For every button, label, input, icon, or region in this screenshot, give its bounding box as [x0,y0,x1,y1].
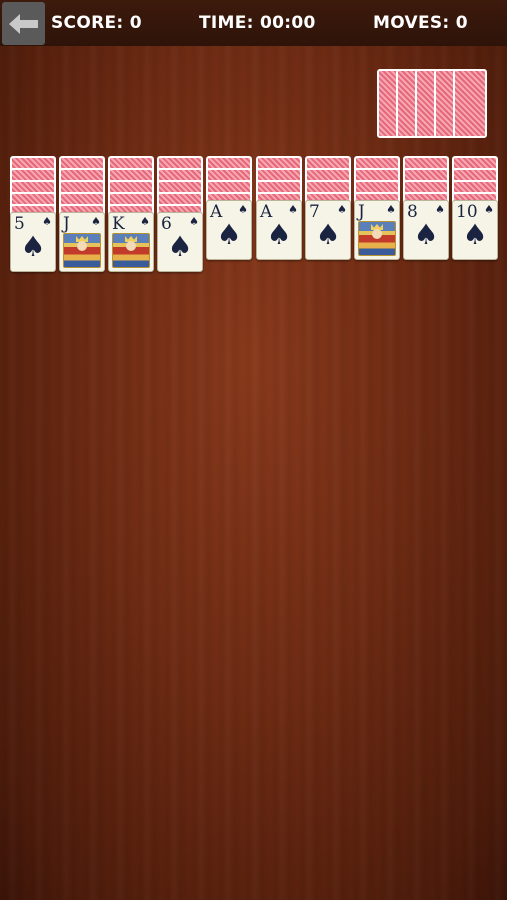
face-up-card[interactable]: 6 ♠ ♠ [157,212,203,272]
moves-display: MOVES: 0 [373,13,468,33]
spade-icon: ♠ [462,218,488,251]
spade-icon: ♠ [20,230,46,263]
spade-icon: ♠ [238,203,248,216]
spade-icon: ♠ [386,203,396,216]
spade-icon: ♠ [140,215,150,228]
spade-icon: ♠ [315,218,341,251]
face-up-card[interactable]: 8 ♠ ♠ [403,200,449,260]
spade-icon: ♠ [42,215,52,228]
spade-icon: ♠ [266,218,292,251]
face-icon [126,241,136,251]
face-up-card[interactable]: J ♠ [354,200,400,260]
card-rank: K [112,214,125,234]
face-up-card[interactable]: 5 ♠ ♠ [10,212,56,272]
time-display: TIME: 00:00 [199,13,316,33]
card-rank: J [63,214,70,234]
face-up-card[interactable]: A ♠ ♠ [206,200,252,260]
score-display: SCORE: 0 [51,13,142,33]
spade-icon: ♠ [337,203,347,216]
left-arrow-icon [8,13,38,34]
spade-icon: ♠ [288,203,298,216]
spade-icon: ♠ [91,215,101,228]
stock-card-back[interactable] [453,69,487,138]
face-icon [77,241,87,251]
top-bar: SCORE: 0 TIME: 00:00 MOVES: 0 [0,0,507,46]
court-portrait-icon [112,233,150,268]
spade-icon: ♠ [189,215,199,228]
card-rank: J [358,202,365,222]
face-up-card[interactable]: 7 ♠ ♠ [305,200,351,260]
spade-icon: ♠ [216,218,242,251]
face-up-card[interactable]: A ♠ ♠ [256,200,302,260]
face-up-card[interactable]: K ♠ [108,212,154,272]
face-up-card[interactable]: 10 ♠ ♠ [452,200,498,260]
spade-icon: ♠ [435,203,445,216]
court-portrait-icon [63,233,101,268]
back-button[interactable] [2,2,45,45]
spade-icon: ♠ [167,230,193,263]
face-up-card[interactable]: J ♠ [59,212,105,272]
court-portrait-icon [358,221,396,256]
spade-icon: ♠ [413,218,439,251]
spade-icon: ♠ [484,203,494,216]
face-icon [372,229,382,239]
